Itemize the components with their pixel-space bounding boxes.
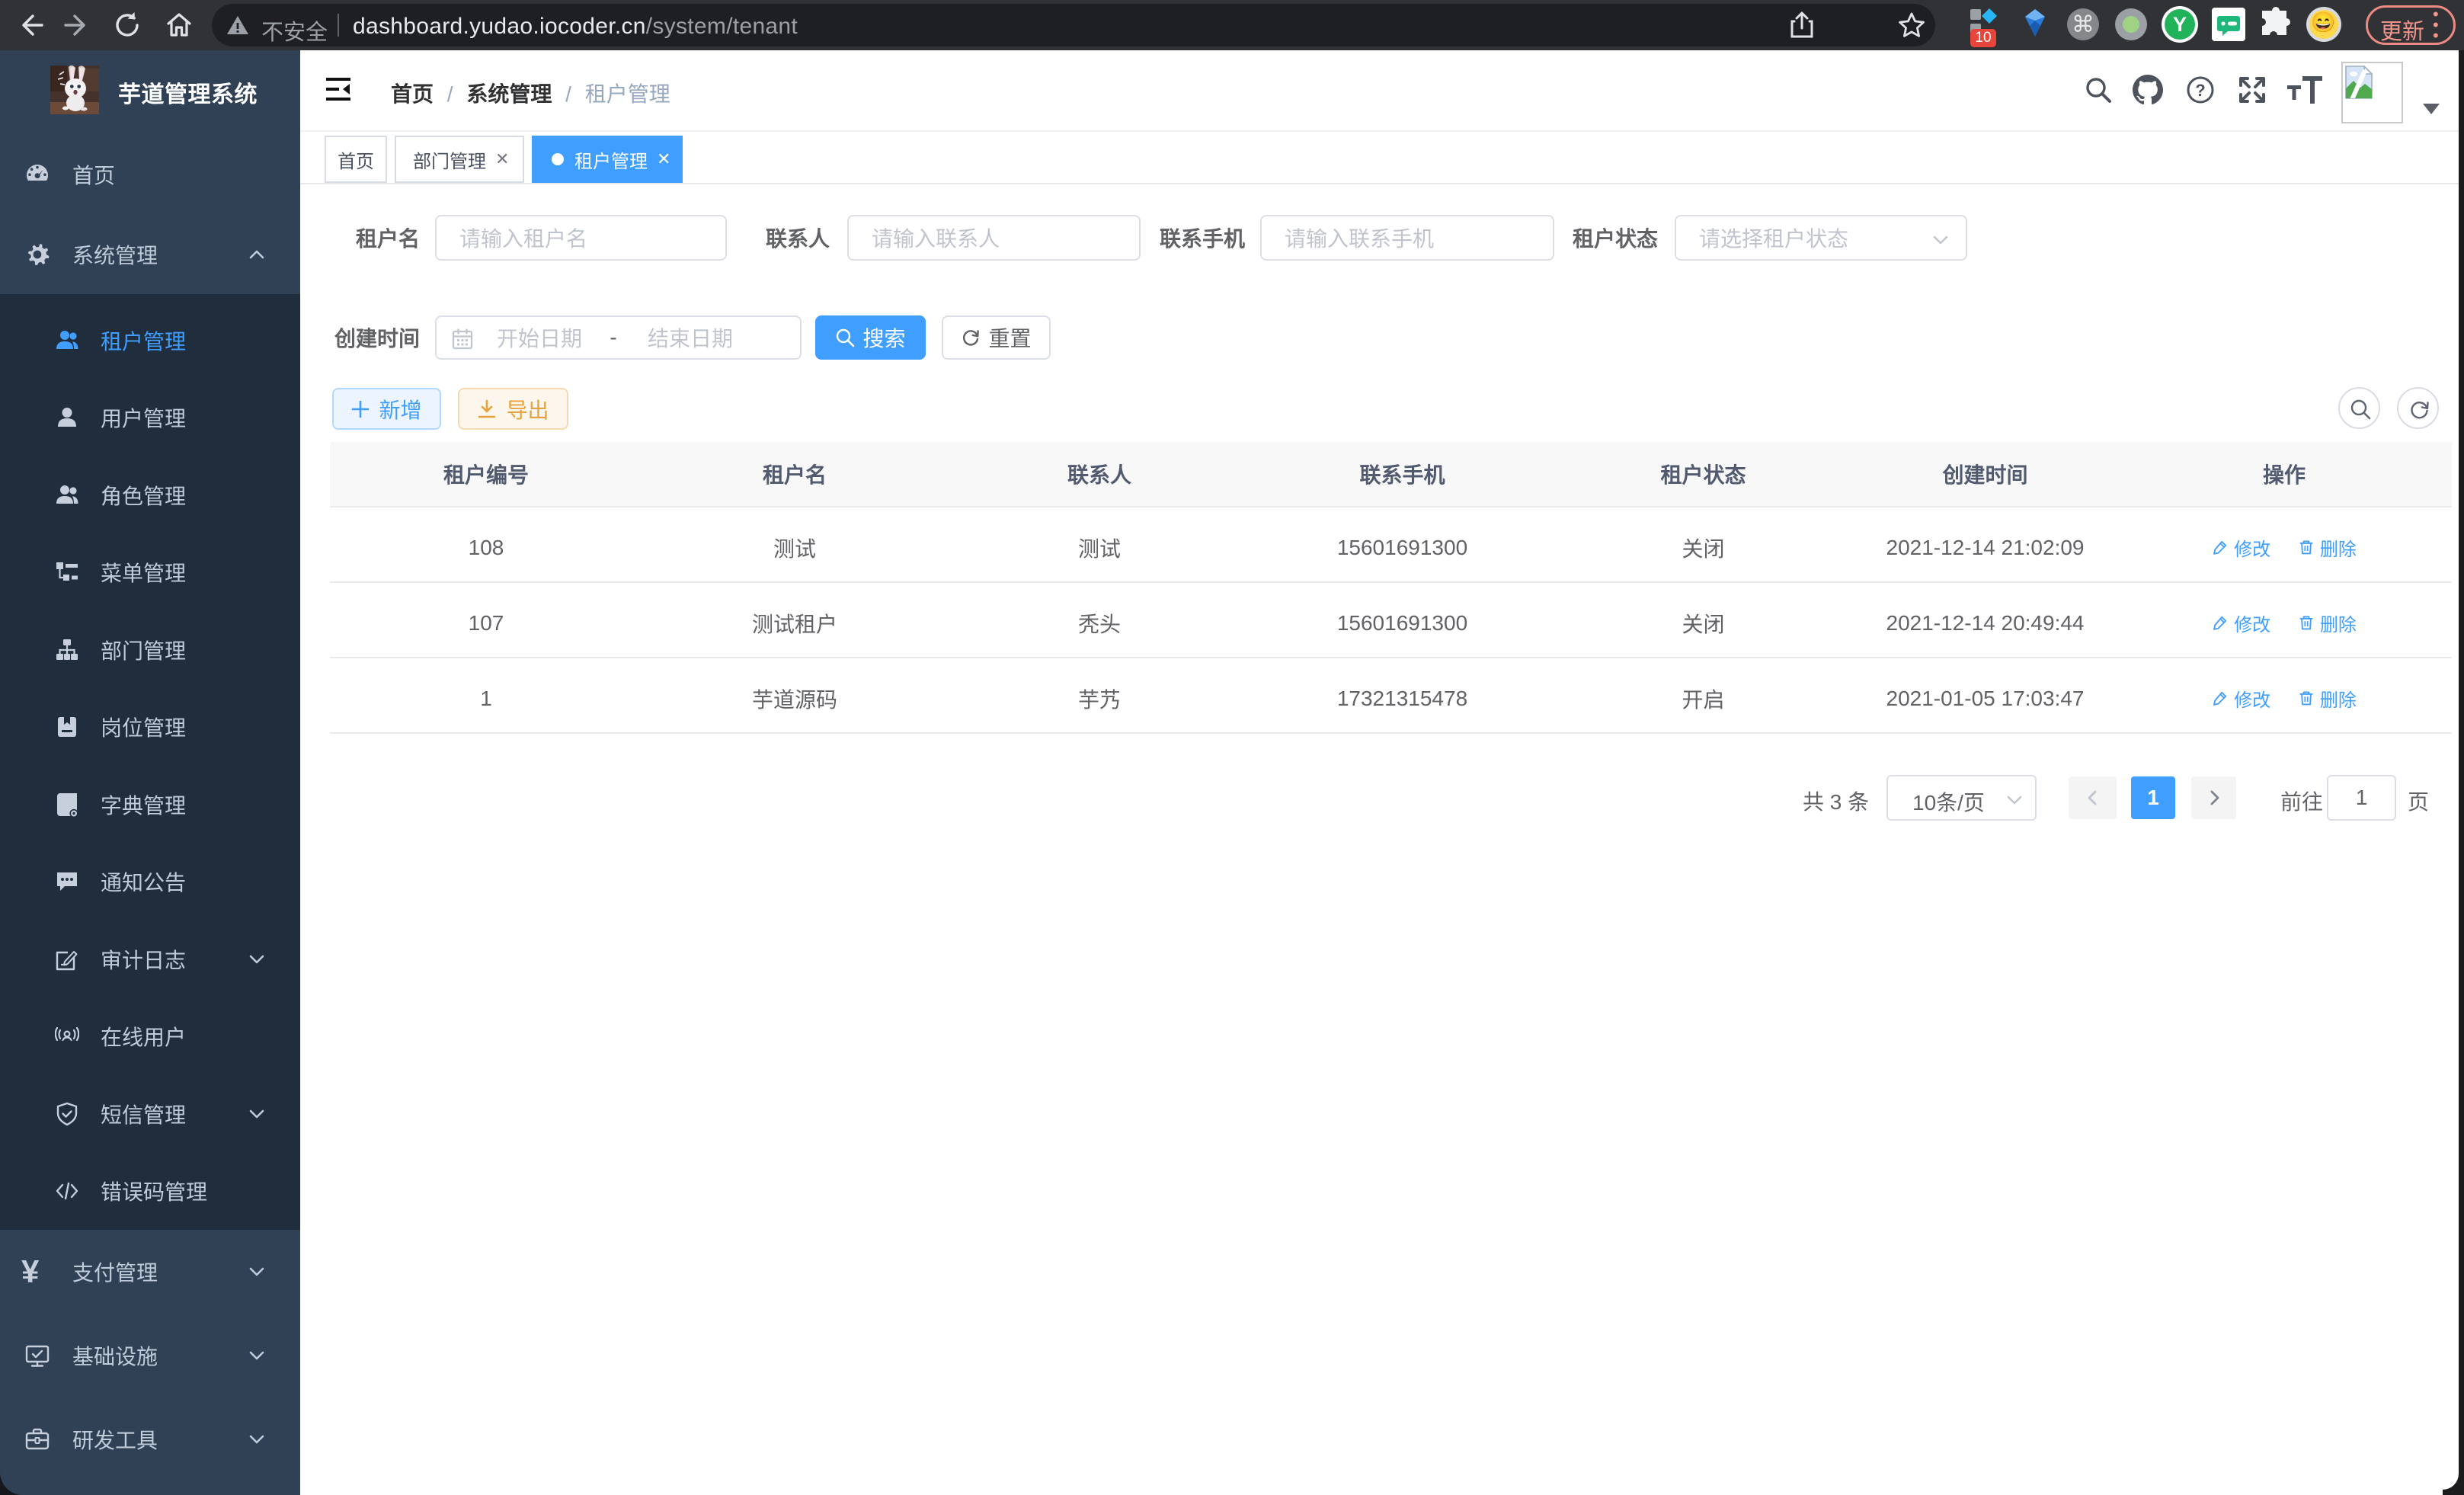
svg-text:?: ?	[2195, 81, 2205, 100]
